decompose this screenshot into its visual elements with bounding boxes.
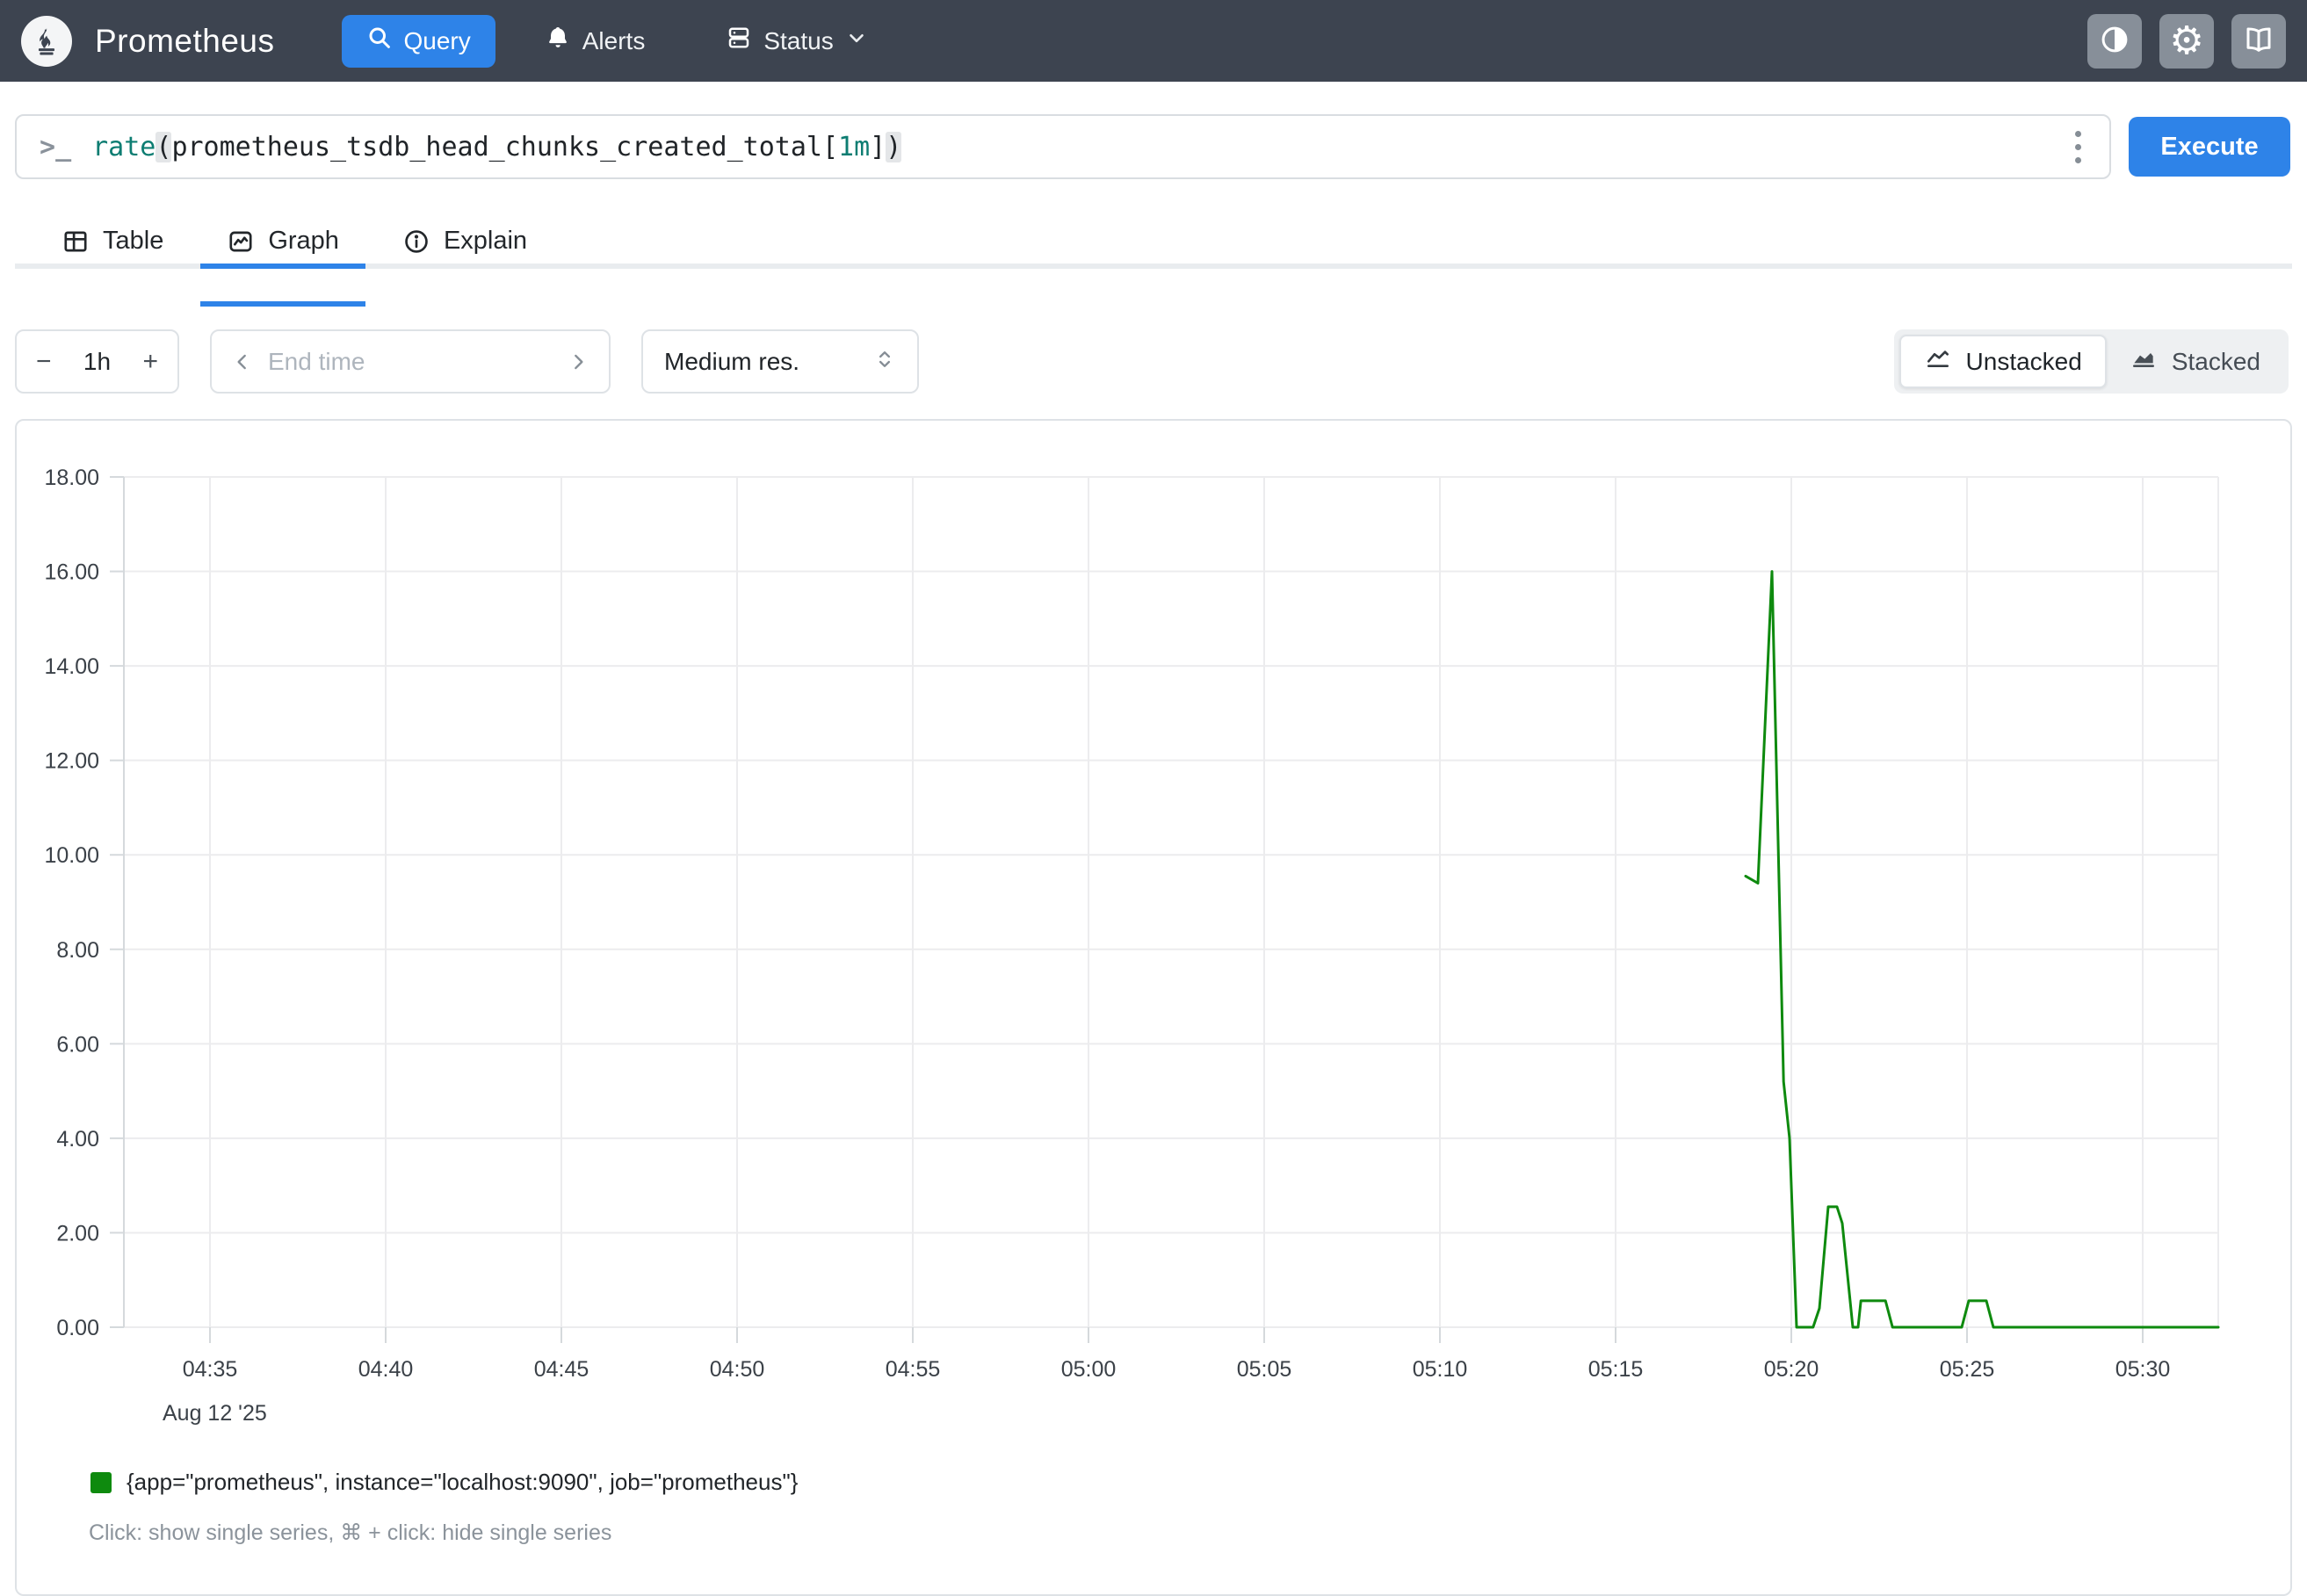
top-navbar: Prometheus Query Alerts Status	[0, 0, 2307, 82]
graph-controls: − 1h + Medium res. Unstacked	[15, 329, 2289, 394]
series-label: {app="prometheus", instance="localhost:9…	[127, 1469, 798, 1496]
svg-text:2.00: 2.00	[56, 1221, 99, 1246]
brand[interactable]: Prometheus	[21, 16, 275, 67]
bell-icon	[545, 25, 571, 57]
end-time-back-button[interactable]	[231, 350, 254, 373]
svg-text:18.00: 18.00	[44, 466, 99, 490]
query-options-menu-button[interactable]	[2070, 126, 2086, 169]
book-icon	[2243, 24, 2274, 58]
documentation-button[interactable]	[2231, 14, 2286, 69]
unstacked-option[interactable]: Unstacked	[1899, 335, 2107, 388]
svg-text:12.00: 12.00	[44, 749, 99, 774]
promql-duration: 1m	[838, 132, 870, 162]
gear-icon: ⚙	[2169, 22, 2203, 61]
resolution-select[interactable]: Medium res.	[641, 329, 919, 394]
promql-open-bracket: [	[822, 132, 838, 162]
info-icon	[402, 227, 430, 256]
range-stepper: − 1h +	[15, 329, 179, 394]
svg-text:16.00: 16.00	[44, 560, 99, 585]
nav-item-status[interactable]: Status	[720, 24, 872, 58]
svg-text:05:05: 05:05	[1237, 1357, 1292, 1382]
end-time-picker	[210, 329, 611, 394]
app-title: Prometheus	[95, 23, 275, 60]
svg-text:04:35: 04:35	[183, 1357, 238, 1382]
promql-open-paren: (	[155, 132, 171, 162]
svg-text:05:10: 05:10	[1413, 1357, 1468, 1382]
tab-explain-label: Explain	[444, 227, 527, 256]
range-decrease-button[interactable]: −	[34, 347, 54, 377]
active-tab-indicator	[200, 264, 365, 269]
svg-text:Aug 12 '25: Aug 12 '25	[163, 1401, 267, 1426]
theme-toggle-button[interactable]	[2087, 14, 2142, 69]
promql-function: rate	[92, 132, 155, 162]
unstacked-label: Unstacked	[1966, 348, 2082, 376]
legend-hint-text: Click: show single series, ⌘ + click: hi…	[89, 1520, 2290, 1546]
svg-text:04:50: 04:50	[710, 1357, 765, 1382]
end-time-forward-button[interactable]	[567, 350, 589, 373]
nav-item-status-label: Status	[763, 27, 833, 55]
table-icon	[61, 227, 90, 256]
nav-item-query-label: Query	[404, 27, 471, 55]
promql-close-paren: )	[886, 132, 901, 162]
series-color-swatch	[90, 1472, 112, 1493]
svg-text:05:15: 05:15	[1588, 1357, 1644, 1382]
promql-metric: prometheus_tsdb_head_chunks_created_tota…	[171, 132, 822, 162]
time-series-chart[interactable]: 18.00 16.00 14.00 12.00 10.00 8.00 6.00 4.00 2.0…	[17, 421, 2292, 1444]
svg-text:05:00: 05:00	[1061, 1357, 1117, 1382]
svg-text:04:45: 04:45	[534, 1357, 589, 1382]
end-time-input[interactable]	[266, 347, 554, 377]
svg-text:6.00: 6.00	[56, 1032, 99, 1057]
search-icon	[366, 25, 393, 57]
range-value[interactable]: 1h	[83, 348, 111, 376]
svg-text:05:25: 05:25	[1940, 1357, 1995, 1382]
svg-text:8.00: 8.00	[56, 938, 99, 963]
stacking-toggle: Unstacked Stacked	[1894, 329, 2289, 394]
server-icon	[726, 25, 752, 57]
promql-expression[interactable]: rate(prometheus_tsdb_head_chunks_created…	[92, 132, 2070, 162]
svg-text:05:30: 05:30	[2115, 1357, 2171, 1382]
terminal-prompt-icon: >_	[40, 132, 68, 162]
tab-graph-label: Graph	[268, 227, 339, 256]
nav-item-alerts-label: Alerts	[582, 27, 646, 55]
tab-table[interactable]: Table	[35, 213, 190, 269]
stacked-label: Stacked	[2172, 348, 2260, 376]
svg-text:04:55: 04:55	[886, 1357, 941, 1382]
tab-table-label: Table	[103, 227, 163, 256]
graph-icon	[227, 227, 255, 256]
line-chart-icon	[1924, 344, 1952, 379]
tab-graph[interactable]: Graph	[200, 213, 365, 269]
graph-panel: 18.00 16.00 14.00 12.00 10.00 8.00 6.00 4.00 2.0…	[15, 419, 2292, 1596]
legend-item[interactable]: {app="prometheus", instance="localhost:9…	[90, 1469, 2290, 1496]
nav-item-alerts[interactable]: Alerts	[539, 24, 651, 58]
select-chevrons-icon	[873, 348, 896, 375]
execute-button[interactable]: Execute	[2129, 117, 2290, 177]
prometheus-logo-icon	[21, 16, 72, 67]
query-input[interactable]: >_ rate(prometheus_tsdb_head_chunks_crea…	[15, 114, 2111, 179]
nav-actions: ⚙	[2087, 14, 2286, 69]
svg-text:05:20: 05:20	[1764, 1357, 1819, 1382]
contrast-icon	[2099, 24, 2130, 58]
svg-text:0.00: 0.00	[56, 1316, 99, 1340]
svg-text:04:40: 04:40	[358, 1357, 414, 1382]
area-chart-icon	[2130, 344, 2158, 379]
stacked-option[interactable]: Stacked	[2107, 335, 2283, 388]
resolution-value: Medium res.	[664, 348, 799, 376]
promql-close-bracket: ]	[870, 132, 886, 162]
svg-text:4.00: 4.00	[56, 1127, 99, 1152]
result-tabs: Table Graph Explain	[35, 213, 553, 269]
settings-button[interactable]: ⚙	[2159, 14, 2214, 69]
range-increase-button[interactable]: +	[141, 347, 160, 377]
nav-item-query[interactable]: Query	[342, 15, 495, 68]
svg-text:14.00: 14.00	[44, 654, 99, 679]
chevron-down-icon	[845, 26, 868, 55]
svg-text:10.00: 10.00	[44, 843, 99, 868]
tab-explain[interactable]: Explain	[376, 213, 553, 269]
